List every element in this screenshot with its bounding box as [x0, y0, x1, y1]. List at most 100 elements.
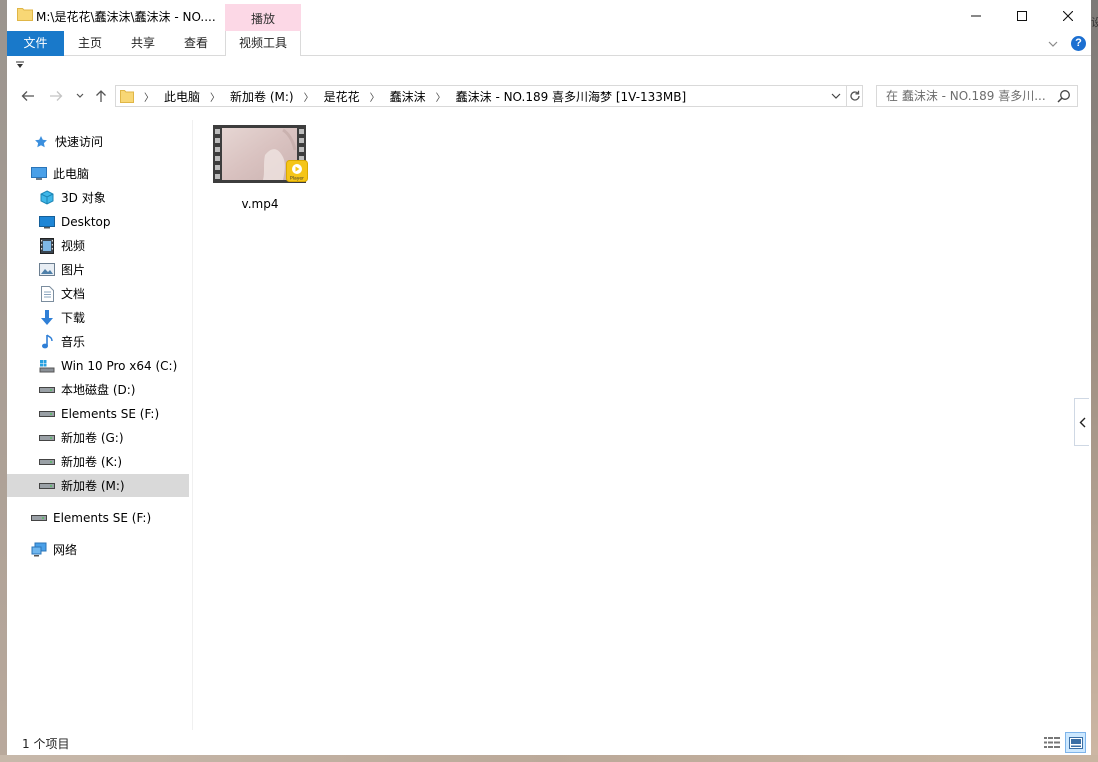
tab-file[interactable]: 文件 [7, 31, 64, 56]
desktop-icon [39, 214, 55, 230]
preview-pane-toggle[interactable] [1074, 398, 1089, 446]
player-badge-label: Player [290, 176, 304, 182]
close-icon [1063, 10, 1073, 21]
navigation-pane: 快速访问 此电脑 3D 对象 Desktop 视频 图片 文档 下载 音乐 Wi… [7, 120, 193, 730]
sidebar-item-downloads[interactable]: 下载 [7, 306, 189, 329]
sidebar-item-3d-objects[interactable]: 3D 对象 [7, 186, 189, 209]
item-count: 1 个项目 [22, 737, 70, 751]
drive-icon [39, 382, 55, 398]
search-box [876, 85, 1078, 107]
sidebar-item-drive-c[interactable]: Win 10 Pro x64 (C:) [7, 354, 189, 377]
chevron-down-icon [76, 93, 84, 98]
sidebar-item-label: 文档 [61, 287, 86, 301]
breadcrumb-folder-1[interactable]: 是花花 [324, 88, 360, 105]
forward-button[interactable] [46, 86, 66, 106]
sidebar-item-desktop[interactable]: Desktop [7, 210, 189, 233]
tab-home[interactable]: 主页 [64, 31, 116, 56]
drive-icon [39, 454, 55, 470]
sidebar-item-label: 音乐 [61, 335, 86, 349]
customize-toolbar-icon[interactable] [16, 61, 24, 72]
file-name: v.mp4 [241, 197, 279, 211]
address-bar[interactable]: 〉 此电脑 〉 新加卷 (M:) 〉 是花花 〉 蠢沫沫 〉 蠢沫沫 - NO.… [115, 85, 863, 107]
pane-divider[interactable] [192, 120, 193, 730]
breadcrumb-folder-2[interactable]: 蠢沫沫 [390, 88, 426, 105]
sidebar-item-label: 3D 对象 [61, 191, 106, 205]
sidebar-item-drive-k[interactable]: 新加卷 (K:) [7, 450, 189, 473]
download-icon [39, 309, 55, 326]
status-bar: 1 个项目 [7, 730, 1091, 755]
documents-icon [39, 285, 55, 302]
breadcrumb-separator-icon[interactable]: 〉 [370, 89, 380, 104]
search-icon[interactable] [1057, 89, 1073, 103]
desktop-edge-text: 设 [1091, 0, 1098, 762]
breadcrumb-drive-m[interactable]: 新加卷 (M:) [230, 88, 294, 105]
breadcrumb-separator-icon[interactable]: 〉 [144, 89, 154, 104]
details-view-button[interactable] [1043, 734, 1061, 751]
search-input[interactable] [877, 86, 1055, 106]
windows-drive-icon [39, 358, 55, 374]
explorer-window: M:\是花花\蠢沫沫\蠢沫沫 - NO.... 播放 文件 主页 共享 查看 视… [7, 0, 1091, 755]
desktop-background-bottom [0, 755, 1098, 762]
breadcrumb: 〉 此电脑 〉 新加卷 (M:) 〉 是花花 〉 蠢沫沫 〉 蠢沫沫 - NO.… [138, 86, 686, 106]
star-icon [33, 134, 49, 150]
minimize-icon [971, 15, 981, 16]
player-app-icon: Player [286, 160, 308, 182]
maximize-icon [1017, 10, 1027, 21]
title-bar: M:\是花花\蠢沫沫\蠢沫沫 - NO.... 播放 [7, 0, 1091, 31]
breadcrumb-current-folder[interactable]: 蠢沫沫 - NO.189 喜多川海梦 [1V-133MB] [456, 88, 687, 105]
pictures-icon [39, 262, 55, 278]
sidebar-item-label: 新加卷 (M:) [61, 479, 125, 493]
sidebar-item-this-pc[interactable]: 此电脑 [7, 162, 189, 185]
sidebar-item-documents[interactable]: 文档 [7, 282, 189, 305]
details-view-icon [1044, 737, 1060, 748]
sidebar-item-drive-m[interactable]: 新加卷 (M:) [7, 474, 189, 497]
desktop-background-left [0, 0, 7, 762]
breadcrumb-this-pc[interactable]: 此电脑 [164, 88, 200, 105]
sidebar-item-elements-se[interactable]: Elements SE (F:) [7, 506, 189, 529]
sidebar-item-videos[interactable]: 视频 [7, 234, 189, 257]
refresh-button[interactable] [846, 86, 863, 106]
sidebar-item-label: 新加卷 (K:) [61, 455, 123, 469]
address-history-button[interactable] [828, 86, 844, 106]
sidebar-item-quick-access[interactable]: 快速访问 [7, 130, 189, 153]
sidebar-item-label: Elements SE (F:) [61, 406, 160, 421]
minimize-button[interactable] [953, 0, 999, 31]
breadcrumb-separator-icon[interactable]: 〉 [210, 89, 220, 104]
recent-locations-button[interactable] [74, 86, 86, 106]
sidebar-item-pictures[interactable]: 图片 [7, 258, 189, 281]
large-icons-view-button[interactable] [1065, 732, 1086, 753]
file-list-view[interactable]: Player v.mp4 [194, 112, 1079, 730]
up-button[interactable] [91, 86, 111, 106]
help-icon[interactable]: ? [1071, 36, 1086, 51]
sidebar-item-drive-f[interactable]: Elements SE (F:) [7, 402, 189, 425]
file-item[interactable]: Player v.mp4 [212, 124, 310, 211]
breadcrumb-separator-icon[interactable]: 〉 [436, 89, 446, 104]
sidebar-item-label: 下载 [61, 311, 86, 325]
sidebar-item-music[interactable]: 音乐 [7, 330, 189, 353]
tab-view[interactable]: 查看 [170, 31, 222, 56]
back-button[interactable] [18, 86, 38, 106]
folder-icon [120, 89, 134, 103]
sidebar-item-label: 网络 [53, 543, 78, 557]
close-button[interactable] [1045, 0, 1091, 31]
tab-video-tools[interactable]: 视频工具 [225, 31, 301, 56]
drive-icon [31, 510, 47, 526]
sidebar-item-label: 视频 [61, 239, 86, 253]
forward-arrow-icon [50, 91, 63, 101]
sidebar-item-label: 新加卷 (G:) [61, 431, 124, 445]
ribbon-tabs: 文件 主页 共享 查看 视频工具 ? [7, 31, 1091, 56]
navigation-bar: 〉 此电脑 〉 新加卷 (M:) 〉 是花花 〉 蠢沫沫 〉 蠢沫沫 - NO.… [7, 82, 1091, 110]
refresh-icon [850, 90, 860, 101]
breadcrumb-separator-icon[interactable]: 〉 [304, 89, 314, 104]
3d-objects-icon [39, 189, 55, 206]
sidebar-item-label: Elements SE (F:) [53, 510, 152, 525]
sidebar-item-network[interactable]: 网络 [7, 538, 189, 561]
context-tab-header: 播放 [225, 4, 301, 31]
tab-share[interactable]: 共享 [116, 31, 170, 56]
maximize-button[interactable] [999, 0, 1045, 31]
ribbon-expand-chevron-icon[interactable] [1048, 37, 1058, 51]
sidebar-item-drive-d[interactable]: 本地磁盘 (D:) [7, 378, 189, 401]
sidebar-item-drive-g[interactable]: 新加卷 (G:) [7, 426, 189, 449]
computer-icon [31, 166, 47, 182]
sidebar-item-label: 此电脑 [53, 167, 90, 181]
